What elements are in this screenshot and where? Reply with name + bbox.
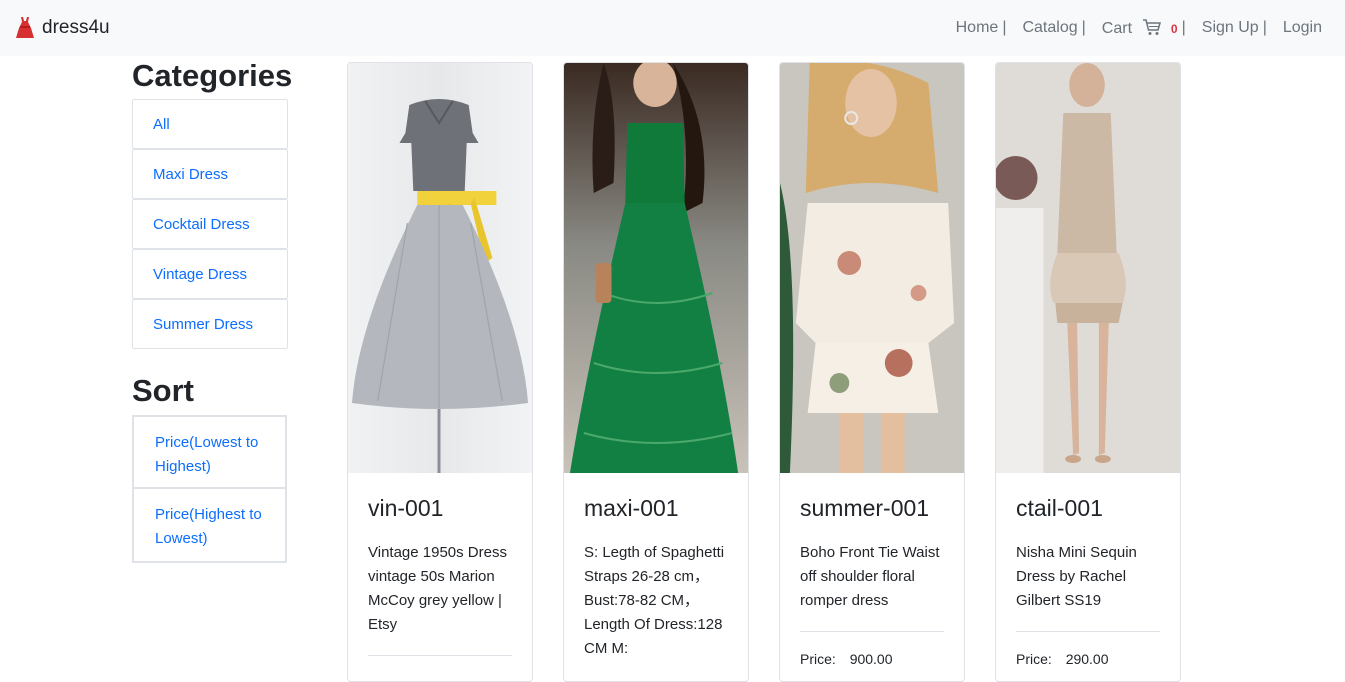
brand-name: dress4u bbox=[42, 17, 110, 38]
dress-icon bbox=[16, 17, 34, 38]
nav-cart-link[interactable]: Cart 0 bbox=[1102, 18, 1178, 38]
category-item-cocktail-dress[interactable]: Cocktail Dress bbox=[132, 199, 288, 249]
product-card-body: ctail-001 Nisha Mini Sequin Dress by Rac… bbox=[996, 473, 1180, 667]
product-code: vin-001 bbox=[368, 495, 444, 521]
nav-catalog-link[interactable]: Catalog bbox=[1022, 19, 1077, 37]
sort-heading: Sort bbox=[132, 373, 194, 408]
product-description: Nisha Mini Sequin Dress by Rachel Gilber… bbox=[1016, 544, 1137, 609]
product-image[interactable] bbox=[780, 63, 964, 473]
sidebar: Categories All Maxi Dress Cocktail Dress… bbox=[132, 56, 293, 563]
brand-link[interactable]: dress4u bbox=[14, 16, 110, 40]
product-description: Boho Front Tie Waist off shoulder floral… bbox=[800, 544, 940, 609]
product-code: maxi-001 bbox=[584, 495, 679, 521]
product-card-body: summer-001 Boho Front Tie Waist off shou… bbox=[780, 473, 964, 667]
sort-price-desc[interactable]: Price(Highest to Lowest) bbox=[132, 489, 287, 563]
nav-separator: | bbox=[1181, 19, 1186, 36]
nav-signup-link[interactable]: Sign Up bbox=[1202, 19, 1259, 37]
categories-heading: Categories bbox=[132, 58, 293, 93]
cart-label: Cart bbox=[1101, 20, 1133, 37]
category-list: All Maxi Dress Cocktail Dress Vintage Dr… bbox=[132, 99, 288, 349]
product-price: Price: 290.00 bbox=[1016, 651, 1160, 667]
price-label: Price: bbox=[1016, 651, 1052, 667]
category-item-summer-dress[interactable]: Summer Dress bbox=[132, 299, 288, 349]
nav-links: Home | Catalog | Cart 0 | Sign Up | Logi… bbox=[956, 18, 1322, 38]
cart-count-badge: 0 bbox=[1170, 22, 1178, 36]
price-label: Price: bbox=[800, 651, 836, 667]
product-image[interactable] bbox=[564, 63, 748, 473]
product-card[interactable]: summer-001 Boho Front Tie Waist off shou… bbox=[779, 62, 965, 682]
product-price: Price: 900.00 bbox=[800, 651, 944, 667]
nav-separator: | bbox=[1002, 19, 1007, 36]
product-description: S: Legth of Spaghetti Straps 26-28 cm，Bu… bbox=[584, 544, 725, 657]
sort-list: Price(Lowest to Highest) Price(Highest t… bbox=[132, 415, 287, 563]
category-item-maxi-dress[interactable]: Maxi Dress bbox=[132, 149, 288, 199]
card-divider bbox=[1016, 631, 1160, 632]
price-value: 900.00 bbox=[849, 651, 893, 667]
product-code: summer-001 bbox=[800, 495, 930, 521]
product-image[interactable] bbox=[348, 63, 532, 473]
top-navbar: dress4u Home | Catalog | Cart 0 | Sign U… bbox=[0, 0, 1345, 56]
card-divider bbox=[368, 655, 512, 656]
product-card-body: maxi-001 S: Legth of Spaghetti Straps 26… bbox=[564, 473, 748, 661]
product-code: ctail-001 bbox=[1016, 495, 1103, 521]
nav-login-link[interactable]: Login bbox=[1283, 19, 1322, 37]
price-value: 290.00 bbox=[1065, 651, 1109, 667]
product-card-body: vin-001 Vintage 1950s Dress vintage 50s … bbox=[348, 473, 532, 656]
category-item-all[interactable]: All bbox=[132, 99, 288, 149]
product-card[interactable]: ctail-001 Nisha Mini Sequin Dress by Rac… bbox=[995, 62, 1181, 682]
nav-separator: | bbox=[1081, 19, 1086, 36]
cart-icon bbox=[1143, 19, 1162, 35]
product-card[interactable]: maxi-001 S: Legth of Spaghetti Straps 26… bbox=[563, 62, 749, 682]
product-card[interactable]: vin-001 Vintage 1950s Dress vintage 50s … bbox=[347, 62, 533, 682]
nav-home-link[interactable]: Home bbox=[956, 19, 999, 37]
nav-separator: | bbox=[1262, 19, 1267, 36]
category-item-vintage-dress[interactable]: Vintage Dress bbox=[132, 249, 288, 299]
sort-price-asc[interactable]: Price(Lowest to Highest) bbox=[132, 415, 287, 489]
product-image[interactable] bbox=[996, 63, 1180, 473]
card-divider bbox=[800, 631, 944, 632]
product-description: Vintage 1950s Dress vintage 50s Marion M… bbox=[368, 544, 507, 633]
